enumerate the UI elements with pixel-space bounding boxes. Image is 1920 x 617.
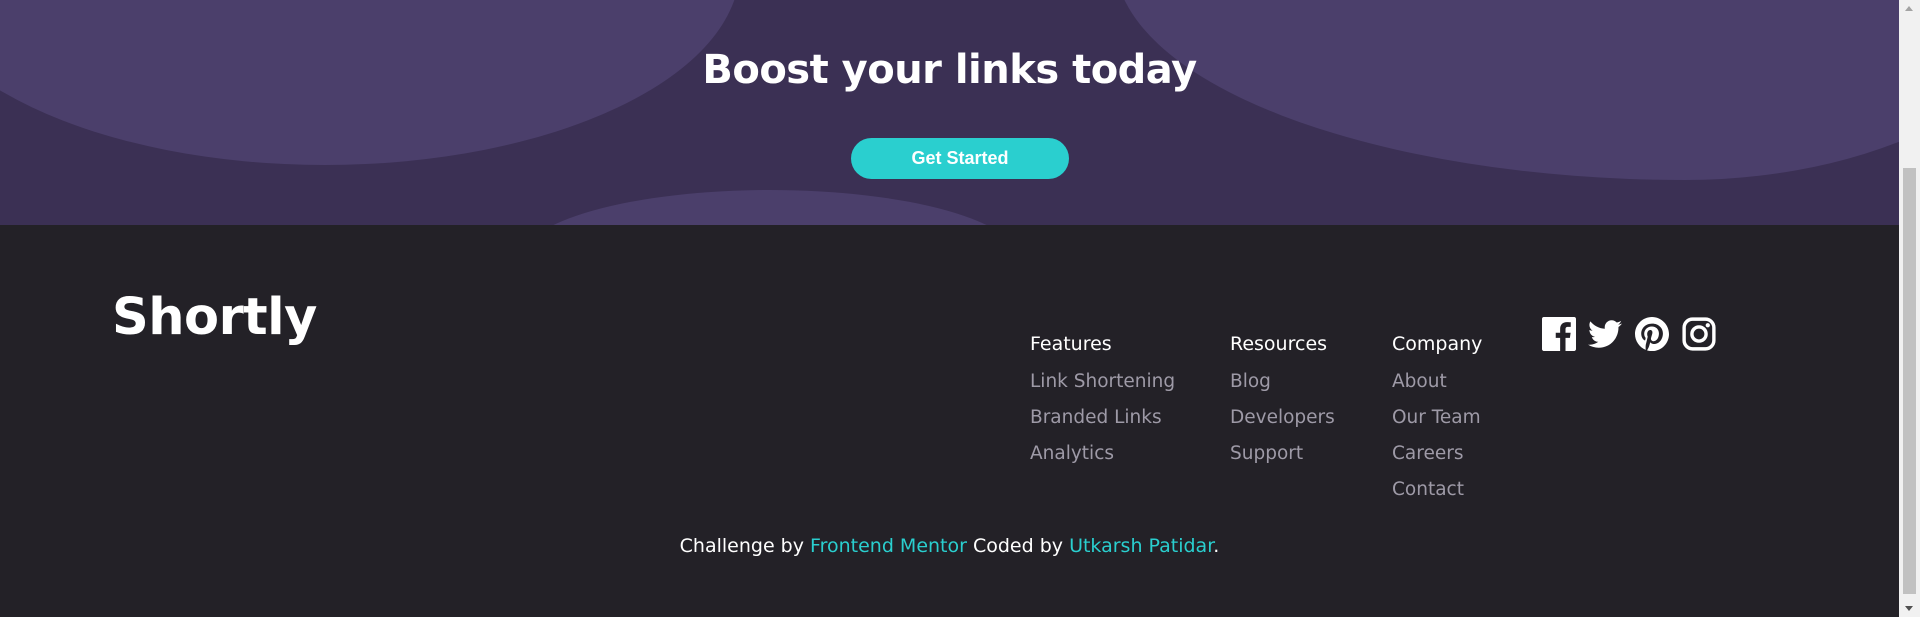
footer-column-features: Features Link Shortening Branded Links A… [1030, 330, 1175, 476]
footer-column-company: Company About Our Team Careers Contact [1392, 330, 1482, 512]
instagram-icon[interactable] [1682, 317, 1716, 351]
footer-link-our-team[interactable]: Our Team [1392, 404, 1482, 440]
footer-column-heading: Company [1392, 333, 1483, 355]
scroll-up-arrow-icon[interactable] [1905, 6, 1913, 11]
footer-link-blog[interactable]: Blog [1230, 368, 1335, 404]
footer-link-about[interactable]: About [1392, 368, 1482, 404]
footer-logo[interactable]: Shortly [112, 288, 317, 347]
scrollbar-thumb[interactable] [1903, 168, 1916, 594]
footer-link-careers[interactable]: Careers [1392, 440, 1482, 476]
boost-section: Boost your links today Get Started [0, 0, 1899, 225]
attribution-suffix: . [1213, 535, 1220, 557]
attribution: Challenge by Frontend Mentor Coded by Ut… [0, 535, 1899, 557]
footer-link-link-shortening[interactable]: Link Shortening [1030, 368, 1175, 404]
footer-column-resources: Resources Blog Developers Support [1230, 330, 1335, 476]
frontend-mentor-link[interactable]: Frontend Mentor [810, 535, 967, 557]
footer-column-heading: Features [1030, 333, 1112, 355]
footer-link-branded-links[interactable]: Branded Links [1030, 404, 1175, 440]
attribution-middle: Coded by [966, 535, 1070, 557]
footer-link-analytics[interactable]: Analytics [1030, 440, 1175, 476]
vertical-scrollbar[interactable] [1899, 0, 1920, 617]
twitter-icon[interactable] [1588, 317, 1622, 351]
pinterest-icon[interactable] [1635, 317, 1669, 351]
facebook-icon[interactable] [1542, 317, 1576, 351]
attribution-prefix: Challenge by [679, 535, 811, 557]
footer-column-heading: Resources [1230, 333, 1328, 355]
boost-title: Boost your links today [702, 47, 1197, 93]
background-shape [520, 190, 1020, 225]
author-link[interactable]: Utkarsh Patidar [1069, 535, 1213, 557]
get-started-button[interactable]: Get Started [851, 138, 1069, 179]
footer-link-contact[interactable]: Contact [1392, 476, 1482, 512]
footer-link-support[interactable]: Support [1230, 440, 1335, 476]
scroll-down-arrow-icon[interactable] [1905, 606, 1913, 611]
footer-link-developers[interactable]: Developers [1230, 404, 1335, 440]
